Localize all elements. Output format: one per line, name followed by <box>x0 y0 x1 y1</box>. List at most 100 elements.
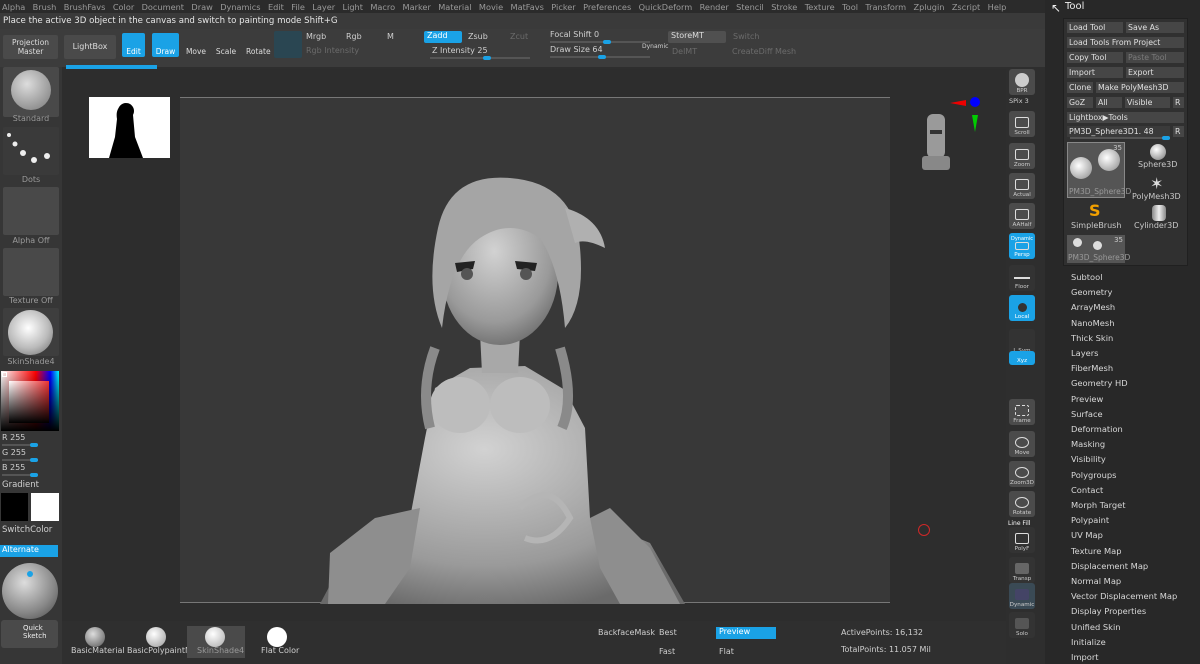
draw-size-slider[interactable]: Draw Size 64 <box>550 45 603 54</box>
bpr-button[interactable]: BPR <box>1009 69 1035 95</box>
rotate-button[interactable]: Rotate <box>246 33 271 57</box>
basic-polypaint-label[interactable]: BasicPolypaintM <box>127 646 192 655</box>
g-handle[interactable] <box>30 458 38 462</box>
scale-button[interactable]: Scale <box>215 33 237 57</box>
frame-button[interactable]: Frame <box>1009 399 1035 425</box>
subpalette-item[interactable]: Polypaint <box>1071 515 1109 525</box>
best-render-button[interactable]: Best <box>659 628 677 637</box>
edit-button[interactable]: Edit <box>122 33 145 57</box>
subpalette-item[interactable]: Masking <box>1071 439 1105 449</box>
menu-item[interactable]: Document <box>142 2 184 12</box>
menu-item[interactable]: Stroke <box>771 2 797 12</box>
axis-gizmo-icon[interactable] <box>948 94 982 134</box>
b-slider[interactable]: B 255 <box>2 463 25 472</box>
subpalette-item[interactable]: Geometry HD <box>1071 378 1128 388</box>
copy-tool-button[interactable]: Copy Tool <box>1067 52 1123 63</box>
flat-color-icon[interactable] <box>267 627 287 647</box>
xyz-button[interactable]: Xyz <box>1009 351 1035 365</box>
rotate-view-button[interactable]: Rotate <box>1009 491 1035 517</box>
fast-render-button[interactable]: Fast <box>659 647 675 656</box>
menu-item[interactable]: Edit <box>268 2 284 12</box>
lightbox-button[interactable]: LightBox <box>64 35 116 59</box>
g-slider[interactable]: G 255 <box>2 448 26 457</box>
dynamic-toggle[interactable]: Dynamic <box>642 43 668 50</box>
r-slider[interactable]: R 255 <box>2 433 25 442</box>
primary-color-swatch[interactable] <box>31 493 59 521</box>
subpalette-item[interactable]: NanoMesh <box>1071 318 1114 328</box>
subpalette-item[interactable]: Layers <box>1071 348 1098 358</box>
save-as-button[interactable]: Save As <box>1126 22 1184 33</box>
move-button[interactable]: Move <box>185 33 207 57</box>
goz-visible-button[interactable]: Visible <box>1125 97 1170 108</box>
reference-image[interactable] <box>89 97 170 158</box>
subpalette-item[interactable]: Surface <box>1071 409 1103 419</box>
menu-item[interactable]: Draw <box>191 2 212 12</box>
r-track[interactable] <box>2 443 38 447</box>
quick-sketch-button[interactable]: Quick Sketch <box>1 620 58 648</box>
menu-item[interactable]: Zplugin <box>914 2 945 12</box>
light-position-icon[interactable] <box>27 571 33 577</box>
b-track[interactable] <box>2 473 38 477</box>
subpalette-item[interactable]: Preview <box>1071 394 1103 404</box>
focal-shift-handle[interactable] <box>603 40 611 44</box>
subpalette-item[interactable]: Morph Target <box>1071 500 1125 510</box>
mrgb-button[interactable]: Mrgb <box>306 32 326 41</box>
draw-size-handle[interactable] <box>598 55 606 59</box>
move-view-button[interactable]: Move <box>1009 431 1035 457</box>
zoom-button[interactable]: Zoom <box>1009 143 1035 169</box>
solo-button[interactable]: Solo <box>1009 612 1035 638</box>
paste-tool-button[interactable]: Paste Tool <box>1126 52 1184 63</box>
brush-thumbnail[interactable] <box>3 67 59 117</box>
current-tool-slider[interactable]: PM3D_Sphere3D1. 48 <box>1067 126 1170 137</box>
material-thumbnail[interactable] <box>3 308 59 356</box>
menu-item[interactable]: Color <box>113 2 134 12</box>
zoom3d-button[interactable]: Zoom3D <box>1009 461 1035 487</box>
draw-size-track[interactable] <box>550 55 650 59</box>
menu-item[interactable]: Movie <box>479 2 503 12</box>
tool-item-simplebrush[interactable]: S SimpleBrush <box>1067 201 1125 233</box>
creatediff-button[interactable]: CreateDiff Mesh <box>732 47 796 56</box>
sculpt-model-icon[interactable] <box>180 98 890 604</box>
subpalette-item[interactable]: Visibility <box>1071 454 1106 464</box>
m-button[interactable]: M <box>387 32 394 41</box>
subpalette-item[interactable]: Texture Map <box>1071 546 1122 556</box>
load-tool-button[interactable]: Load Tool <box>1067 22 1123 33</box>
menu-item[interactable]: Marker <box>403 2 431 12</box>
storemt-button[interactable]: StoreMT <box>668 31 726 43</box>
menu-item[interactable]: Brush <box>33 2 57 12</box>
current-tool-handle[interactable] <box>1162 136 1170 140</box>
subpalette-item[interactable]: Vector Displacement Map <box>1071 591 1177 601</box>
goz-button[interactable]: GoZ <box>1067 97 1093 108</box>
floor-button[interactable]: Floor <box>1009 265 1035 291</box>
subpalette-item[interactable]: Thick Skin <box>1071 333 1113 343</box>
menu-item[interactable]: Help <box>988 2 1007 12</box>
persp-button[interactable]: Dynamic Persp <box>1009 233 1035 259</box>
tool-palette-title[interactable]: Tool <box>1065 1 1084 12</box>
export-button[interactable]: Export <box>1126 67 1184 78</box>
menu-item[interactable]: File <box>291 2 305 12</box>
lightbox-tools-button[interactable]: Lightbox▶Tools <box>1067 112 1184 123</box>
subpalette-item[interactable]: FiberMesh <box>1071 363 1113 373</box>
focal-shift-track[interactable] <box>550 40 650 44</box>
color-square[interactable] <box>9 381 49 423</box>
local-button[interactable]: Local <box>1009 295 1035 321</box>
menu-item[interactable]: Picker <box>551 2 575 12</box>
focal-shift-slider[interactable]: Focal Shift 0 <box>550 30 599 39</box>
color-picker[interactable] <box>1 371 59 431</box>
make-polymesh-button[interactable]: Make PolyMesh3D <box>1096 82 1184 93</box>
projection-master-button[interactable]: Projection Master <box>3 35 58 59</box>
tool-item-pm3d-sphere-2[interactable]: 35 PM3D_Sphere3D <box>1067 235 1130 263</box>
subpalette-item[interactable]: Subtool <box>1071 272 1103 282</box>
menu-item[interactable]: Tool <box>842 2 858 12</box>
subpalette-item[interactable]: Normal Map <box>1071 576 1121 586</box>
texture-thumbnail[interactable] <box>3 248 59 296</box>
alpha-thumbnail[interactable] <box>3 187 59 235</box>
polyf-button[interactable]: PolyF <box>1009 527 1035 553</box>
dynamic-transp-button[interactable]: Dynamic <box>1009 583 1035 609</box>
goz-r-button[interactable]: R <box>1173 97 1184 108</box>
switch-button[interactable]: Switch <box>733 32 759 41</box>
clone-button[interactable]: Clone <box>1067 82 1093 93</box>
document-canvas[interactable] <box>180 97 890 604</box>
delmt-button[interactable]: DelMT <box>672 47 697 56</box>
subpalette-item[interactable]: Geometry <box>1071 287 1112 297</box>
